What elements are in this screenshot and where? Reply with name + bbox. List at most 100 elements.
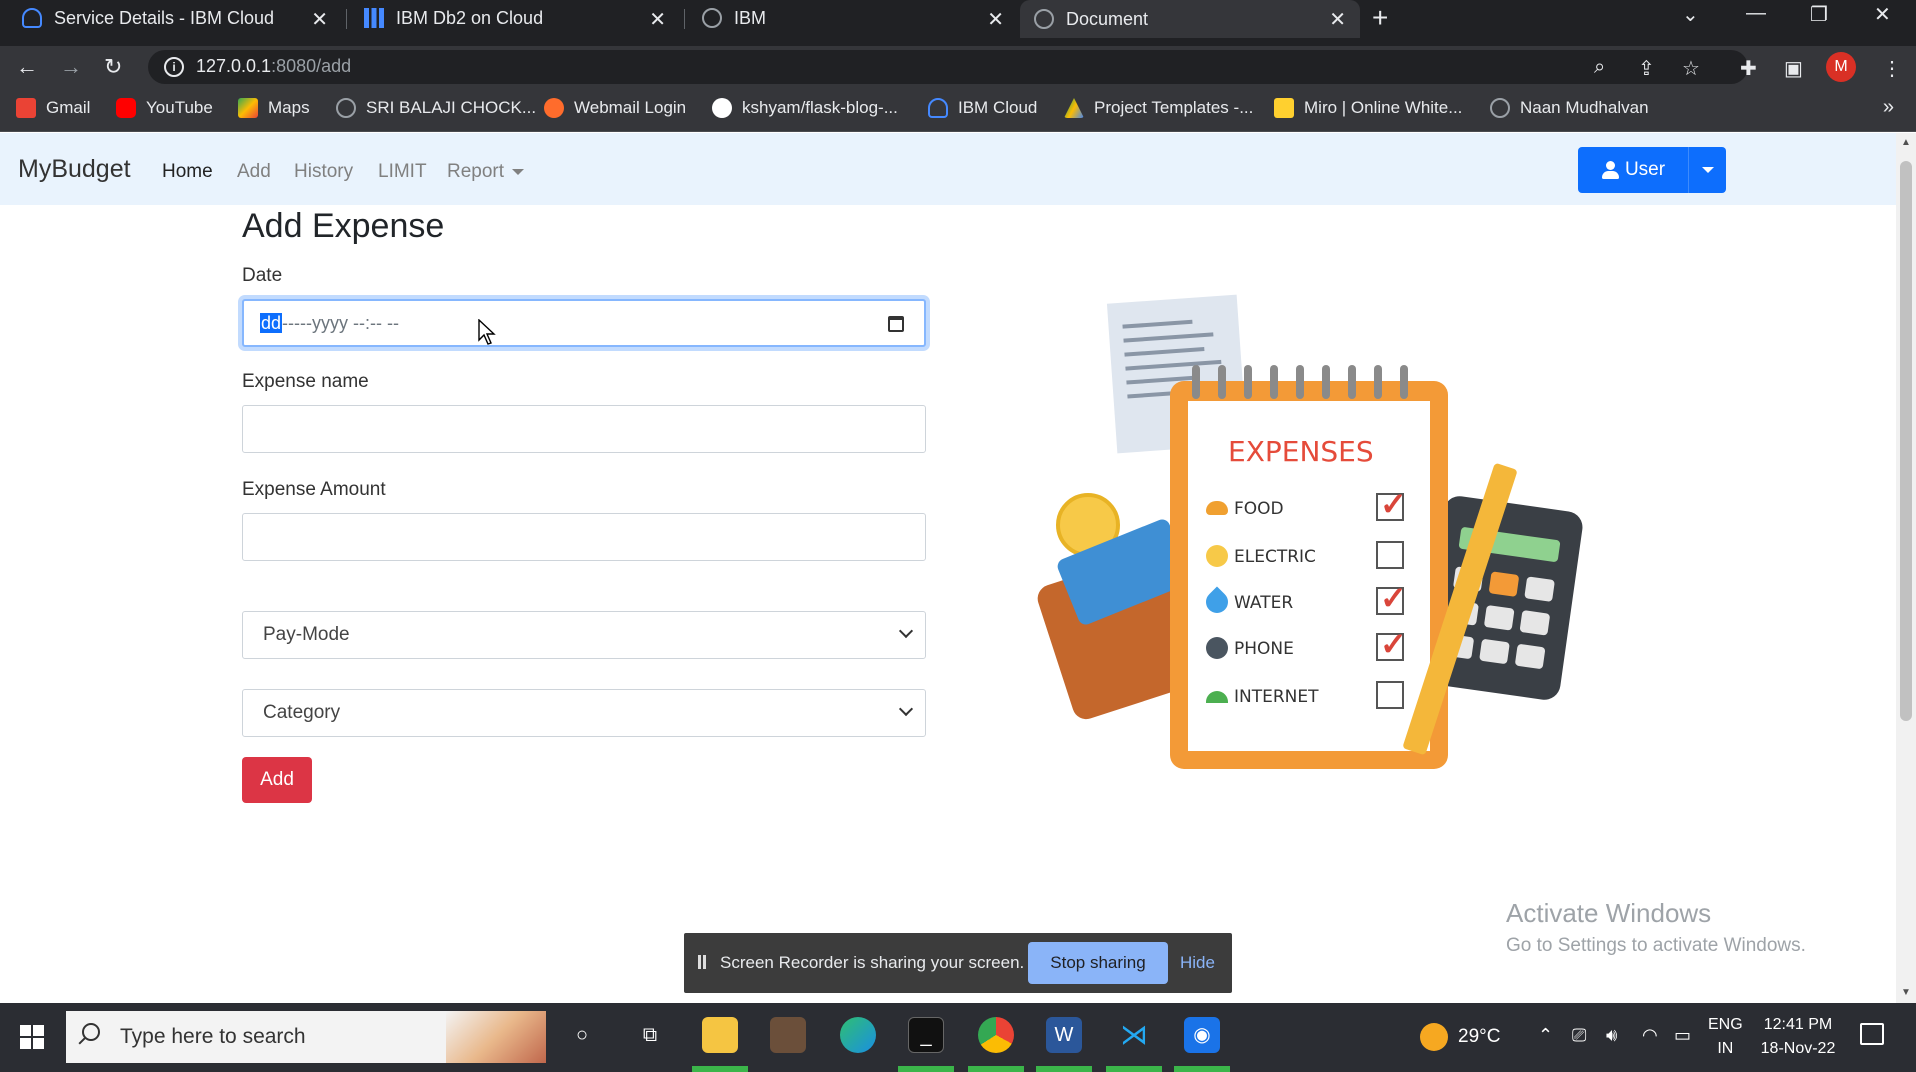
tab-title: IBM Db2 on Cloud: [396, 7, 544, 28]
calendar-icon[interactable]: [888, 316, 904, 332]
bookmark-webmail[interactable]: Webmail Login: [544, 98, 686, 118]
category-select[interactable]: Category: [242, 689, 926, 737]
screen-recorder-icon[interactable]: ◉: [1184, 1017, 1220, 1053]
expense-name-input[interactable]: [242, 405, 926, 453]
expenses-notepad: EXPENSES FOOD ✓ ELECTRIC WATER ✓ PHONE ✓…: [1170, 365, 1448, 769]
bookmark-naan-mudhalvan[interactable]: Naan Mudhalvan: [1490, 98, 1649, 118]
bookmark-miro[interactable]: Miro | Online White...: [1274, 98, 1462, 118]
bookmark-project-templates[interactable]: Project Templates -...: [1064, 98, 1253, 118]
globe-icon: [336, 98, 356, 118]
reload-icon[interactable]: ↻: [104, 54, 122, 80]
restore-icon[interactable]: ❐: [1810, 2, 1828, 27]
bookmark-gmail[interactable]: Gmail: [16, 98, 90, 118]
add-expense-button[interactable]: Add: [242, 757, 312, 803]
close-icon[interactable]: ✕: [1329, 7, 1346, 32]
tray-chevron-icon[interactable]: ⌃: [1538, 1025, 1553, 1046]
page-scrollbar[interactable]: ▲ ▼: [1896, 133, 1916, 1003]
meet-now-icon[interactable]: ⎚: [1572, 1025, 1586, 1046]
language-indicator[interactable]: ENG IN: [1708, 1013, 1743, 1061]
globe-icon: [1490, 98, 1510, 118]
date-input[interactable]: dd-----yyyy --:-- --: [242, 299, 926, 347]
forward-icon[interactable]: →: [60, 54, 82, 80]
bookmark-github[interactable]: kshyam/flask-blog-...: [712, 98, 898, 118]
scroll-down-icon[interactable]: ▼: [1901, 987, 1911, 998]
file-explorer-icon[interactable]: [702, 1017, 738, 1053]
windows-taskbar: Type here to search ○ ⧉ _ W ⋊ ◉ 29°C ⌃ ⎚…: [0, 1003, 1916, 1072]
close-icon[interactable]: ✕: [987, 7, 1004, 32]
tab-search-chevron-icon[interactable]: ⌄: [1682, 2, 1699, 27]
volume-icon[interactable]: 🔊︎: [1606, 1025, 1617, 1046]
bookmark-youtube[interactable]: YouTube: [116, 98, 213, 118]
cpanel-icon: [544, 98, 564, 118]
minimize-icon[interactable]: —: [1746, 2, 1766, 25]
word-icon[interactable]: W: [1046, 1017, 1082, 1053]
battery-icon[interactable]: ▭: [1674, 1025, 1691, 1046]
windows-start-icon[interactable]: [20, 1025, 44, 1049]
notification-icon[interactable]: [1860, 1023, 1884, 1045]
page-title: Add Expense: [242, 207, 445, 245]
search-highlight-art: [446, 1011, 546, 1063]
user-button[interactable]: User: [1578, 147, 1688, 193]
paymode-select[interactable]: Pay-Mode: [242, 611, 926, 659]
profile-avatar[interactable]: M: [1826, 52, 1856, 82]
bookmark-star-icon[interactable]: ☆: [1682, 56, 1700, 81]
date-placeholder: dd-----yyyy --:-- --: [260, 313, 399, 333]
brand-logo[interactable]: MyBudget: [18, 155, 131, 184]
task-view-icon[interactable]: ⧉: [632, 1017, 668, 1053]
scroll-up-icon[interactable]: ▲: [1901, 137, 1911, 148]
back-icon[interactable]: ←: [16, 54, 38, 80]
weather-sun-icon: [1420, 1023, 1448, 1051]
burger-icon: [1206, 501, 1228, 515]
checklist-item-water: WATER ✓: [1201, 580, 1416, 621]
url-text[interactable]: 127.0.0.1:8080/add: [196, 56, 351, 77]
system-clock[interactable]: 12:41 PM 18-Nov-22: [1756, 1013, 1840, 1061]
user-dropdown-button[interactable]: User: [1578, 147, 1726, 193]
store-icon[interactable]: [770, 1017, 806, 1053]
user-dropdown-toggle[interactable]: [1688, 147, 1726, 193]
extensions-icon[interactable]: ✚: [1740, 56, 1757, 81]
bookmark-ibm-cloud[interactable]: IBM Cloud: [928, 98, 1037, 118]
weather-widget[interactable]: 29°C: [1420, 1023, 1500, 1051]
zoom-icon[interactable]: ⌕: [1594, 56, 1605, 79]
cortana-icon[interactable]: ○: [564, 1017, 600, 1053]
running-indicator: [692, 1066, 748, 1072]
new-tab-icon[interactable]: +: [1372, 2, 1388, 34]
tab-ibm[interactable]: IBM ✕: [688, 0, 1018, 36]
bookmark-sri-balaji[interactable]: SRI BALAJI CHOCK...: [336, 98, 536, 118]
tab-service-details[interactable]: Service Details - IBM Cloud ✕: [8, 0, 342, 36]
address-bar[interactable]: i 127.0.0.1:8080/add: [148, 50, 1748, 84]
expense-amount-input[interactable]: [242, 513, 926, 561]
checkmark-icon: ✓: [1380, 486, 1407, 522]
checklist-item-electric: ELECTRIC: [1206, 535, 1416, 575]
menu-kebab-icon[interactable]: ⋮: [1882, 56, 1902, 81]
nav-history[interactable]: History: [294, 161, 353, 183]
bookmark-maps[interactable]: Maps: [238, 98, 310, 118]
site-info-icon[interactable]: i: [164, 57, 184, 77]
db2-chart-icon: [364, 8, 384, 28]
chrome-icon[interactable]: [978, 1017, 1014, 1053]
close-icon[interactable]: ✕: [311, 7, 328, 32]
tab-db2[interactable]: IBM Db2 on Cloud ✕: [350, 0, 680, 36]
nav-report-dropdown[interactable]: Report: [447, 161, 525, 183]
checklist-item-phone: PHONE ✓: [1206, 626, 1416, 667]
hide-button[interactable]: Hide: [1180, 953, 1215, 973]
tab-document[interactable]: Document ✕: [1020, 0, 1360, 38]
close-icon[interactable]: ✕: [649, 7, 666, 32]
gmail-icon: [16, 98, 36, 118]
nav-home[interactable]: Home: [162, 161, 213, 183]
running-indicator: [1106, 1066, 1162, 1072]
more-bookmarks-icon[interactable]: »: [1883, 96, 1894, 119]
wifi-icon[interactable]: ◠: [1642, 1025, 1658, 1046]
share-icon[interactable]: ⇪: [1638, 56, 1655, 81]
stop-sharing-button[interactable]: Stop sharing: [1028, 942, 1168, 984]
nav-limit[interactable]: LIMIT: [378, 161, 427, 183]
terminal-icon[interactable]: _: [908, 1017, 944, 1053]
taskbar-search[interactable]: Type here to search: [66, 1011, 546, 1063]
vscode-icon[interactable]: ⋊: [1116, 1017, 1152, 1053]
side-panel-icon[interactable]: ▣: [1784, 56, 1803, 81]
window-close-icon[interactable]: ✕: [1874, 2, 1891, 27]
bookmarks-bar: Gmail YouTube Maps SRI BALAJI CHOCK... W…: [0, 88, 1916, 132]
scrollbar-thumb[interactable]: [1900, 161, 1912, 721]
edge-icon[interactable]: [840, 1017, 876, 1053]
nav-add[interactable]: Add: [237, 161, 271, 183]
